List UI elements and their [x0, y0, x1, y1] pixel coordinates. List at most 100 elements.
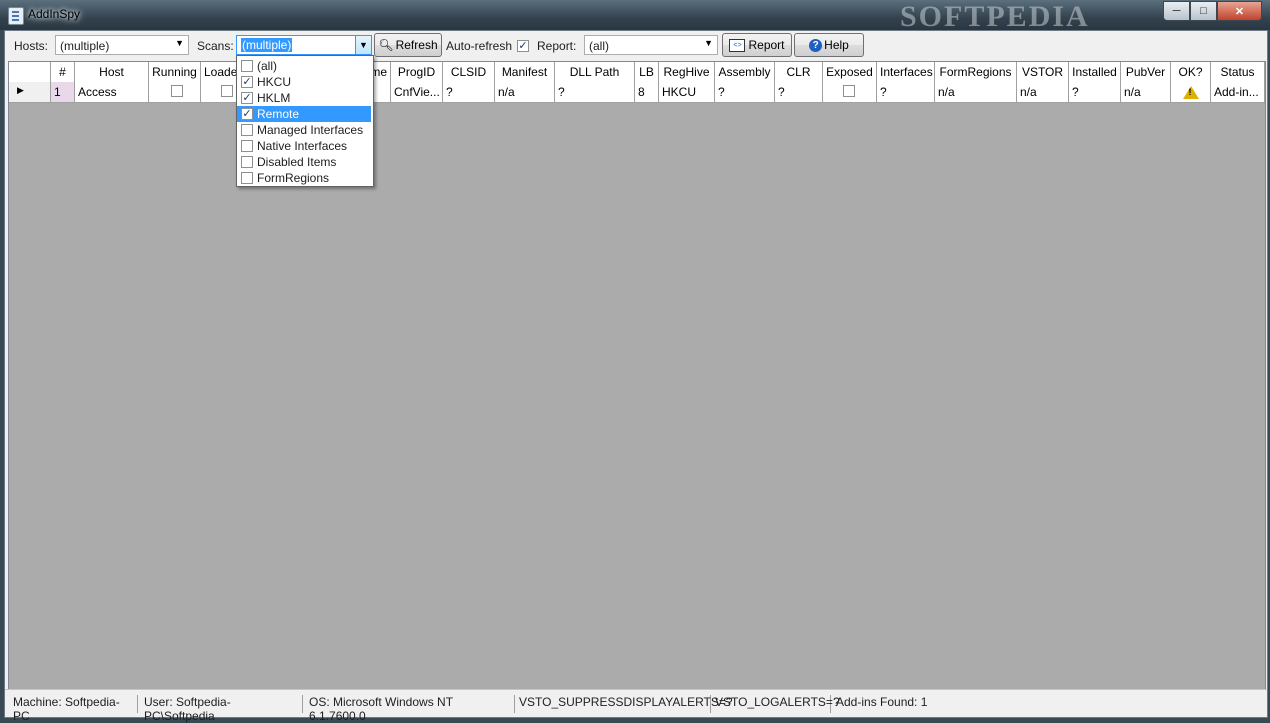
scan-option-label: FormRegions	[257, 171, 330, 185]
title-bar: AddInSpy SOFTPEDIA ─ □ ✕	[0, 0, 1270, 33]
scan-option-checkbox[interactable]	[241, 140, 253, 152]
addins-grid: # Host Running Loade me ProgID CLSID Man…	[8, 61, 1266, 691]
cell-manifest: n/a	[495, 82, 555, 102]
scan-option-hklm[interactable]: ✓ HKLM	[237, 90, 371, 106]
scan-option-hkcu[interactable]: ✓ HKCU	[237, 74, 371, 90]
cell-exposed	[823, 82, 877, 102]
column-header-installed[interactable]: Installed	[1069, 62, 1121, 82]
column-header-progid[interactable]: ProgID	[391, 62, 443, 82]
scan-option-checkbox[interactable]	[241, 124, 253, 136]
table-row[interactable]: ▶ 1 Access CnfVie... ? n/a ? 8 HKCU ? ? …	[9, 82, 1265, 103]
report-button-label: Report	[748, 38, 785, 52]
column-header-host[interactable]: Host	[75, 62, 149, 82]
column-header-loaded[interactable]: Loade	[201, 62, 241, 82]
column-header-manifest[interactable]: Manifest	[495, 62, 555, 82]
scan-option-checkbox[interactable]	[241, 60, 253, 72]
scan-option-checkbox[interactable]: ✓	[241, 76, 253, 88]
status-user: User: Softpedia-PC\Softpedia	[140, 695, 303, 723]
cell-loaded	[201, 82, 241, 102]
chevron-down-icon[interactable]: ▼	[355, 36, 371, 54]
column-header-status[interactable]: Status	[1211, 62, 1265, 82]
window-title: AddInSpy	[28, 7, 81, 21]
scan-option-label: HKLM	[257, 91, 291, 105]
scans-select[interactable]: (multiple) ▼	[236, 35, 372, 55]
cell-installed: ?	[1069, 82, 1121, 102]
cell-status: Add-in...	[1211, 82, 1265, 102]
chevron-down-icon: ▼	[175, 38, 184, 48]
close-button[interactable]: ✕	[1217, 1, 1262, 21]
grid-header: # Host Running Loade me ProgID CLSID Man…	[9, 62, 1265, 83]
warning-icon: !	[1182, 85, 1199, 101]
cell-progid: CnfVie...	[391, 82, 443, 102]
column-header-reghive[interactable]: RegHive	[659, 62, 715, 82]
cell-reghive: HKCU	[659, 82, 715, 102]
scan-option-remote[interactable]: ✓ Remote	[237, 106, 371, 122]
column-header-dll-path[interactable]: DLL Path	[555, 62, 635, 82]
chevron-down-icon: ▼	[704, 38, 713, 48]
column-header-clr[interactable]: CLR	[775, 62, 823, 82]
scan-option-all[interactable]: (all)	[237, 58, 371, 74]
cell-interfaces: ?	[877, 82, 935, 102]
status-machine: Machine: Softpedia-PC	[9, 695, 138, 723]
running-checkbox[interactable]	[171, 85, 183, 97]
auto-refresh-label: Auto-refresh	[446, 39, 513, 53]
status-addins-found: Add-ins Found: 1	[836, 695, 928, 709]
column-header-formregions[interactable]: FormRegions	[935, 62, 1017, 82]
cell-clsid: ?	[443, 82, 495, 102]
cell-num: 1	[51, 82, 75, 102]
column-header-exposed[interactable]: Exposed	[823, 62, 877, 82]
column-header-lb[interactable]: LB	[635, 62, 659, 82]
exposed-checkbox[interactable]	[843, 85, 855, 97]
cell-pubver: n/a	[1121, 82, 1171, 102]
column-header-assembly[interactable]: Assembly	[715, 62, 775, 82]
loaded-checkbox[interactable]	[221, 85, 233, 97]
scan-option-checkbox[interactable]: ✓	[241, 108, 253, 120]
column-header-num[interactable]: #	[51, 62, 75, 82]
hosts-select[interactable]: (multiple) ▼	[55, 35, 189, 55]
hosts-label: Hosts:	[14, 39, 49, 53]
scan-option-checkbox[interactable]	[241, 172, 253, 184]
row-header-corner	[9, 62, 51, 82]
report-button[interactable]: <> Report	[722, 33, 792, 57]
column-header-running[interactable]: Running	[149, 62, 201, 82]
cell-vstor: n/a	[1017, 82, 1069, 102]
scan-option-native-interfaces[interactable]: Native Interfaces	[237, 138, 371, 154]
brand-watermark: SOFTPEDIA	[900, 0, 1090, 33]
scan-option-label: (all)	[257, 59, 277, 73]
status-suppress-alerts: VSTO_SUPPRESSDISPLAYALERTS=?	[515, 695, 733, 713]
scan-option-formregions[interactable]: FormRegions	[237, 170, 371, 186]
report-select[interactable]: (all) ▼	[584, 35, 718, 55]
toolbar: Hosts: (multiple) ▼ Scans: (multiple) ▼ …	[5, 31, 1267, 187]
cell-running	[149, 82, 201, 102]
status-bar: Machine: Softpedia-PC User: Softpedia-PC…	[5, 689, 1267, 723]
minimize-button[interactable]: ─	[1163, 1, 1190, 21]
cell-dll-path: ?	[555, 82, 635, 102]
scans-dropdown-list: (all) ✓ HKCU ✓ HKLM ✓ Remote Managed Int…	[236, 55, 374, 187]
scans-value: (multiple)	[241, 38, 293, 52]
status-os: OS: Microsoft Windows NT 6.1.7600.0	[305, 695, 515, 723]
scan-option-checkbox[interactable]	[241, 156, 253, 168]
help-icon: ?	[809, 38, 823, 52]
help-button[interactable]: ? Help	[794, 33, 864, 57]
column-header-pubver[interactable]: PubVer	[1121, 62, 1171, 82]
column-header-clsid[interactable]: CLSID	[443, 62, 495, 82]
scan-option-label: Disabled Items	[257, 155, 337, 169]
row-selector-arrow-icon[interactable]: ▶	[9, 82, 51, 102]
report-icon: <>	[729, 38, 746, 52]
scan-option-managed-interfaces[interactable]: Managed Interfaces	[237, 122, 371, 138]
column-header-interfaces[interactable]: Interfaces	[877, 62, 935, 82]
report-value: (all)	[589, 39, 609, 53]
maximize-button[interactable]: □	[1190, 1, 1217, 21]
scans-label: Scans:	[197, 39, 234, 53]
refresh-button[interactable]: 🔍︎ Refresh	[374, 33, 442, 57]
scan-option-disabled-items[interactable]: Disabled Items	[237, 154, 371, 170]
scan-option-label: Native Interfaces	[257, 139, 348, 153]
scan-option-checkbox[interactable]: ✓	[241, 92, 253, 104]
magnifier-icon: 🔍︎	[378, 38, 394, 52]
main-window: Hosts: (multiple) ▼ Scans: (multiple) ▼ …	[4, 30, 1268, 723]
column-header-vstor[interactable]: VSTOR	[1017, 62, 1069, 82]
report-label: Report:	[537, 39, 577, 53]
auto-refresh-checkbox[interactable]: ✓	[517, 40, 529, 52]
cell-assembly: ?	[715, 82, 775, 102]
column-header-ok[interactable]: OK?	[1171, 62, 1211, 82]
